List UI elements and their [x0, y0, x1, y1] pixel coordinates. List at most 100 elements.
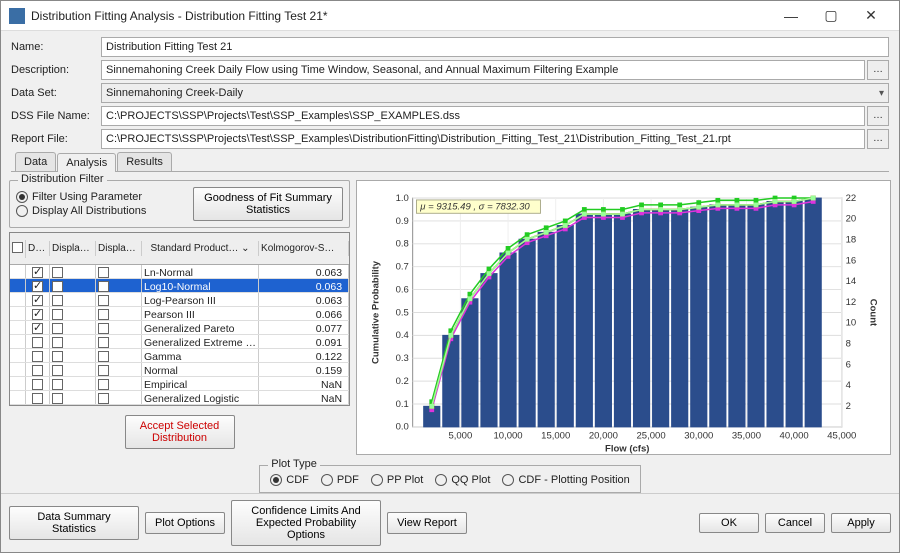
display-checkbox[interactable] [32, 281, 43, 292]
confidence-checkbox[interactable] [52, 379, 63, 390]
plottype-pdf[interactable]: PDF [321, 474, 359, 486]
expected-checkbox[interactable] [98, 393, 109, 404]
confidence-checkbox[interactable] [52, 309, 63, 320]
name-input[interactable]: Distribution Fitting Test 21 [101, 37, 889, 57]
confidence-checkbox[interactable] [52, 281, 63, 292]
accept-distribution-button[interactable]: Accept Selected Distribution [125, 415, 235, 449]
display-checkbox[interactable] [32, 295, 43, 306]
hdr-display-all[interactable] [10, 240, 26, 258]
svg-text:22: 22 [846, 193, 857, 204]
table-row[interactable]: Pearson III0.066 [10, 307, 349, 321]
hdr-ks[interactable]: Kolmogorov-Smirno… ⌄ [259, 241, 349, 256]
dataset-combo[interactable]: Sinnemahoning Creek-Daily [101, 83, 889, 103]
tab-data[interactable]: Data [15, 152, 56, 171]
display-checkbox[interactable] [32, 393, 43, 404]
distribution-filter-legend: Distribution Filter [18, 174, 107, 185]
confidence-checkbox[interactable] [52, 267, 63, 278]
dist-name-cell: Generalized Pareto [142, 321, 259, 334]
display-checkbox[interactable] [32, 309, 43, 320]
ks-cell: NaN [259, 391, 349, 404]
expected-checkbox[interactable] [98, 365, 109, 376]
distribution-table: Display Display Confidence Limits Displa… [9, 232, 350, 406]
sort-icon: ⌄ [241, 243, 249, 254]
tab-results[interactable]: Results [117, 152, 172, 171]
expected-checkbox[interactable] [98, 295, 109, 306]
confidence-checkbox[interactable] [52, 295, 63, 306]
view-report-button[interactable]: View Report [387, 512, 467, 534]
tab-analysis[interactable]: Analysis [57, 153, 116, 172]
confidence-checkbox[interactable] [52, 365, 63, 376]
confidence-limits-button[interactable]: Confidence Limits And Expected Probabili… [231, 500, 381, 546]
display-checkbox[interactable] [32, 337, 43, 348]
svg-text:0.8: 0.8 [396, 239, 409, 250]
radio-filter-parameter[interactable]: Filter Using Parameter [16, 191, 187, 203]
expected-checkbox[interactable] [98, 281, 109, 292]
confidence-checkbox[interactable] [52, 337, 63, 348]
plot-type-legend: Plot Type [268, 458, 320, 470]
table-row[interactable]: Normal0.159 [10, 363, 349, 377]
right-panel: 0.00.10.20.30.40.50.60.70.80.91.02468101… [356, 180, 891, 455]
expected-checkbox[interactable] [98, 351, 109, 362]
hdr-confidence[interactable]: Display Confidence Limits [50, 241, 96, 256]
table-row[interactable]: Log-Pearson III0.063 [10, 293, 349, 307]
svg-text:45,000: 45,000 [827, 430, 856, 441]
minimize-button[interactable]: — [771, 8, 811, 24]
ks-cell: NaN [259, 377, 349, 390]
plot-type-row: Plot Type CDFPDFPP PlotQQ PlotCDF - Plot… [1, 465, 899, 493]
dssfile-browse-button[interactable]: … [867, 106, 889, 126]
svg-text:6: 6 [846, 359, 851, 370]
table-row[interactable]: Log10-Normal0.063 [10, 279, 349, 293]
radio-display-all[interactable]: Display All Distributions [16, 205, 187, 217]
svg-text:14: 14 [846, 276, 857, 287]
table-row[interactable]: Gamma0.122 [10, 349, 349, 363]
table-row[interactable]: Generalized Pareto0.077 [10, 321, 349, 335]
plottype-qq-plot[interactable]: QQ Plot [435, 474, 490, 486]
expected-checkbox[interactable] [98, 337, 109, 348]
display-checkbox[interactable] [32, 365, 43, 376]
apply-button[interactable]: Apply [831, 513, 891, 533]
table-row[interactable]: EmpiricalNaN [10, 377, 349, 391]
close-button[interactable]: ✕ [851, 7, 891, 24]
table-row[interactable]: Ln-Normal0.063 [10, 265, 349, 279]
expected-checkbox[interactable] [98, 379, 109, 390]
dssfile-input[interactable]: C:\PROJECTS\SSP\Projects\Test\SSP_Exampl… [101, 106, 865, 126]
app-icon [9, 8, 25, 24]
confidence-checkbox[interactable] [52, 351, 63, 362]
svg-text:0.4: 0.4 [396, 330, 410, 341]
reportfile-browse-button[interactable]: … [867, 129, 889, 149]
distribution-chart: 0.00.10.20.30.40.50.60.70.80.91.02468101… [365, 187, 880, 461]
svg-text:40,000: 40,000 [780, 430, 809, 441]
maximize-button[interactable]: ▢ [811, 7, 851, 24]
hdr-expected[interactable]: Display Expected Probab. [96, 241, 142, 256]
hdr-name[interactable]: Standard Product… ⌄ [142, 241, 259, 256]
display-checkbox[interactable] [32, 267, 43, 278]
dist-name-cell: Log10-Normal [142, 279, 259, 292]
expected-checkbox[interactable] [98, 267, 109, 278]
display-all-checkbox[interactable] [12, 242, 23, 253]
display-checkbox[interactable] [32, 323, 43, 334]
ok-button[interactable]: OK [699, 513, 759, 533]
expected-checkbox[interactable] [98, 309, 109, 320]
display-checkbox[interactable] [32, 351, 43, 362]
table-header: Display Display Confidence Limits Displa… [10, 233, 349, 265]
plottype-cdf[interactable]: CDF [270, 474, 309, 486]
window-title: Distribution Fitting Analysis - Distribu… [31, 9, 771, 23]
table-row[interactable]: Generalized Extreme …0.091 [10, 335, 349, 349]
expected-checkbox[interactable] [98, 323, 109, 334]
app-window: Distribution Fitting Analysis - Distribu… [0, 0, 900, 553]
description-input[interactable]: Sinnemahoning Creek Daily Flow using Tim… [101, 60, 865, 80]
plottype-pp-plot[interactable]: PP Plot [371, 474, 424, 486]
display-checkbox[interactable] [32, 379, 43, 390]
confidence-checkbox[interactable] [52, 323, 63, 334]
description-browse-button[interactable]: … [867, 60, 889, 80]
cancel-button[interactable]: Cancel [765, 513, 825, 533]
table-row[interactable]: Generalized LogisticNaN [10, 391, 349, 405]
confidence-checkbox[interactable] [52, 393, 63, 404]
plottype-cdf-plotting-position[interactable]: CDF - Plotting Position [502, 474, 629, 486]
plot-options-button[interactable]: Plot Options [145, 512, 225, 534]
data-summary-button[interactable]: Data Summary Statistics [9, 506, 139, 540]
reportfile-input[interactable]: C:\PROJECTS\SSP\Projects\Test\SSP_Exampl… [101, 129, 865, 149]
gof-summary-button[interactable]: Goodness of Fit Summary Statistics [193, 187, 343, 221]
dist-name-cell: Normal [142, 363, 259, 376]
hdr-display[interactable]: Display [26, 241, 50, 256]
